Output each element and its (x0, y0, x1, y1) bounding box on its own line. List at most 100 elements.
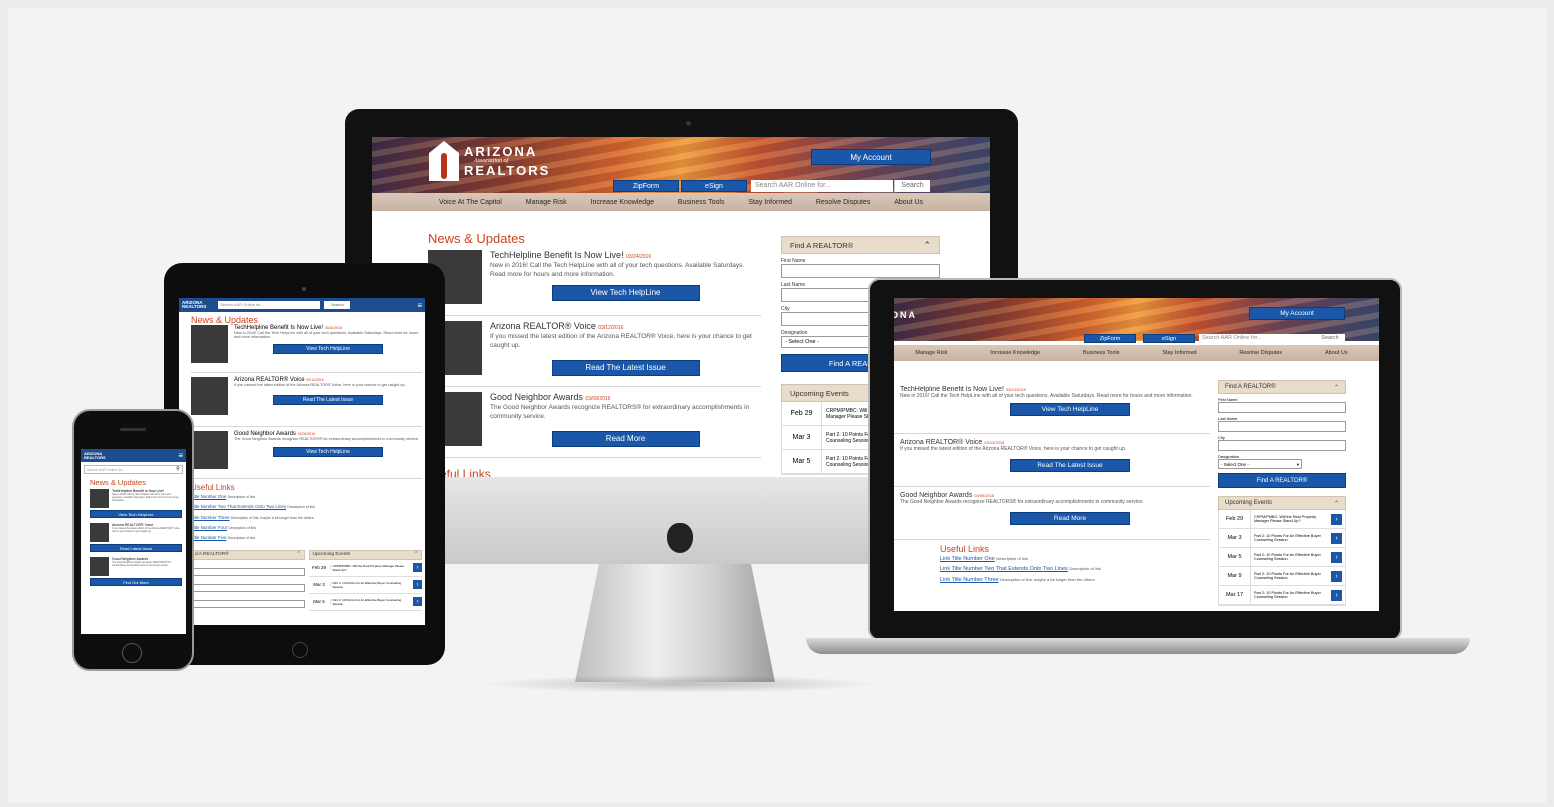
event-row[interactable]: Mar 3 Part 2: 10 Points For An Effective … (1219, 528, 1345, 548)
event-row[interactable]: Mar 17 Part 2: 10 Points For An Effective… (1219, 585, 1345, 605)
view-tech-helpline-button[interactable]: View Tech HelpLine (273, 447, 383, 457)
my-account-button[interactable]: My Account (811, 149, 931, 165)
cactus-house-logo-icon (429, 141, 459, 181)
first-name-field[interactable] (1218, 402, 1346, 413)
search-button[interactable]: Search (324, 301, 351, 309)
search-input[interactable]: Search AAR Online for... (1199, 334, 1315, 343)
news-headline[interactable]: Good Neighbor Awards (490, 392, 583, 402)
nav-increase-knowledge[interactable]: Increase Knowledge (990, 350, 1040, 356)
events-panel-header[interactable]: Upcoming Events ⌃ (1218, 496, 1346, 510)
read-more-button[interactable]: Read More (551, 430, 700, 447)
nav-stay-informed[interactable]: Stay Informed (1162, 350, 1196, 356)
news-item: Good Neighbor Awards 03/09/2016 The Good… (191, 431, 422, 479)
nav-manage-risk[interactable]: Manage Risk (526, 199, 567, 206)
esign-button[interactable]: eSign (681, 180, 747, 192)
nav-business-tools[interactable]: Business Tools (678, 199, 725, 206)
hamburger-menu-icon[interactable]: ≡ (178, 451, 183, 460)
event-row[interactable]: Mar 5 Part 2: 10 Points For An Effective … (1219, 547, 1345, 567)
news-headline[interactable]: Arizona REALTOR® Voice (490, 321, 596, 331)
useful-link-item[interactable]: Title Number Two That Extends Onto Two L… (191, 502, 425, 512)
view-tech-helpline-button[interactable]: View Tech HelpLine (90, 510, 182, 518)
dropdown-arrow-icon: ▾ (1296, 462, 1299, 467)
nav-about-us[interactable]: About Us (1325, 350, 1348, 356)
nav-voice-at-the-capitol[interactable]: Voice At The Capitol (439, 199, 502, 206)
phone-home-button[interactable] (122, 643, 142, 663)
event-row[interactable]: Feb 29 CRPM/PMBC: Will the Real Property … (1219, 509, 1345, 529)
chevron-up-icon[interactable]: ⌃ (923, 240, 931, 251)
find-out-more-button[interactable]: Find Out More (90, 578, 182, 586)
search-input[interactable]: Search AAR Online for... (85, 466, 174, 473)
view-tech-helpline-button[interactable]: View Tech HelpLine (1010, 402, 1130, 416)
event-row[interactable]: Mar 3 Part 2: 10 Points For An Effective … (308, 577, 422, 594)
tablet-home-button[interactable] (292, 642, 308, 658)
view-tech-helpline-button[interactable]: View Tech HelpLine (273, 344, 383, 354)
chevron-right-icon[interactable]: › (413, 580, 422, 590)
chevron-up-icon[interactable]: ⌃ (1334, 384, 1339, 391)
nav-increase-knowledge[interactable]: Increase Knowledge (591, 199, 654, 206)
view-tech-helpline-button[interactable]: View Tech HelpLine (551, 284, 700, 301)
find-realtor-panel-header[interactable]: Find A REALTOR® ⌃ (1218, 380, 1346, 394)
nav-resolve-disputes[interactable]: Resolve Disputes (816, 199, 870, 206)
apple-logo-icon (667, 523, 693, 553)
city-field[interactable] (1218, 440, 1346, 451)
useful-link-item[interactable]: Link Title Number Three Description of l… (940, 575, 1210, 585)
read-latest-issue-button[interactable]: Read The Latest Issue (551, 359, 700, 376)
event-row[interactable]: Feb 29 CRPM/PMBC: Will the Real Property … (308, 560, 422, 577)
zipform-button[interactable]: ZipForm (1084, 334, 1136, 343)
search-input[interactable]: Search AAR Online for... (751, 180, 893, 192)
chevron-right-icon[interactable]: › (1331, 589, 1342, 601)
news-headline[interactable]: Good Neighbor Awards (900, 492, 972, 499)
useful-link-item[interactable]: Title Number Four Description of link (191, 523, 425, 533)
mobile-header: ARIZONA REALTORS ≡ (81, 449, 186, 462)
read-latest-issue-button[interactable]: Read Latest Issue (90, 544, 182, 552)
first-name-field[interactable] (191, 567, 305, 576)
search-input[interactable]: Search AAR Online for... (218, 301, 321, 309)
my-account-button[interactable]: My Account (1249, 307, 1345, 320)
news-headline[interactable]: TechHelpline Benefit Is Now Live! (490, 250, 624, 260)
useful-link-item[interactable]: Title Number Five Description of link (191, 533, 425, 543)
chevron-right-icon[interactable]: › (1331, 532, 1342, 544)
read-latest-issue-button[interactable]: Read The Latest Issue (1010, 458, 1130, 472)
first-name-field[interactable] (781, 264, 940, 278)
chevron-up-icon[interactable]: ⌃ (296, 552, 300, 557)
chevron-up-icon[interactable]: ⌃ (1334, 500, 1339, 507)
chevron-right-icon[interactable]: › (1331, 570, 1342, 582)
hamburger-menu-icon[interactable]: ≡ (417, 301, 422, 310)
useful-link-item[interactable]: Link Title Number Two That Extends Onto … (940, 564, 1210, 574)
search-icon[interactable]: ⚲ (174, 466, 182, 473)
nav-manage-risk[interactable]: Manage Risk (915, 350, 947, 356)
read-latest-issue-button[interactable]: Read The Latest Issue (273, 395, 383, 405)
chevron-right-icon[interactable]: › (1331, 551, 1342, 563)
chevron-right-icon[interactable]: › (413, 597, 422, 607)
find-realtor-panel-header[interactable]: Find A REALTOR® ⌃ (781, 236, 940, 254)
nav-resolve-disputes[interactable]: Resolve Disputes (1239, 350, 1282, 356)
news-headline[interactable]: Arizona REALTOR® Voice (900, 439, 982, 446)
chevron-right-icon[interactable]: › (413, 563, 422, 573)
designation-select[interactable]: - Select One - ▾ (1218, 459, 1302, 469)
events-panel-header[interactable]: Upcoming Events ⌃ (308, 549, 422, 560)
useful-link-item[interactable]: Title Number One Description of link (191, 492, 425, 502)
read-more-button[interactable]: Read More (1010, 511, 1130, 525)
nav-stay-informed[interactable]: Stay Informed (748, 199, 792, 206)
chevron-right-icon[interactable]: › (1331, 513, 1342, 525)
find-realtor-panel-header[interactable]: d A REALTOR® ⌃ (191, 549, 305, 560)
esign-button[interactable]: eSign (1143, 334, 1195, 343)
site-logo[interactable]: ARIZONA Association of REALTORS (429, 141, 550, 181)
useful-link-item[interactable]: Title Number Three Description of link, … (191, 513, 425, 523)
nav-business-tools[interactable]: Business Tools (1083, 350, 1120, 356)
useful-link-item[interactable]: Link Title Number One Description of lin… (940, 554, 1210, 564)
city-field[interactable] (191, 599, 305, 608)
news-headline[interactable]: TechHelpline Benefit Is Now Live! (900, 386, 1004, 393)
nav-about-us[interactable]: About Us (894, 199, 923, 206)
zipform-button[interactable]: ZipForm (613, 180, 679, 192)
event-date: Feb 29 (309, 565, 331, 571)
event-row[interactable]: Mar 5 Part 2: 10 Points For An Effective … (308, 594, 422, 611)
last-name-field[interactable] (1218, 421, 1346, 432)
news-body: The Good Neighbor Awards recognize REALT… (490, 404, 750, 420)
chevron-up-icon[interactable]: ⌃ (414, 552, 418, 557)
last-name-field[interactable] (191, 583, 305, 592)
find-realtor-button[interactable]: Find A REALTOR® (1218, 473, 1346, 488)
event-row[interactable]: Mar 9 Part 2: 10 Points For An Effective … (1219, 566, 1345, 586)
search-button[interactable]: Search (894, 180, 930, 192)
search-button[interactable]: Search (1315, 334, 1345, 343)
